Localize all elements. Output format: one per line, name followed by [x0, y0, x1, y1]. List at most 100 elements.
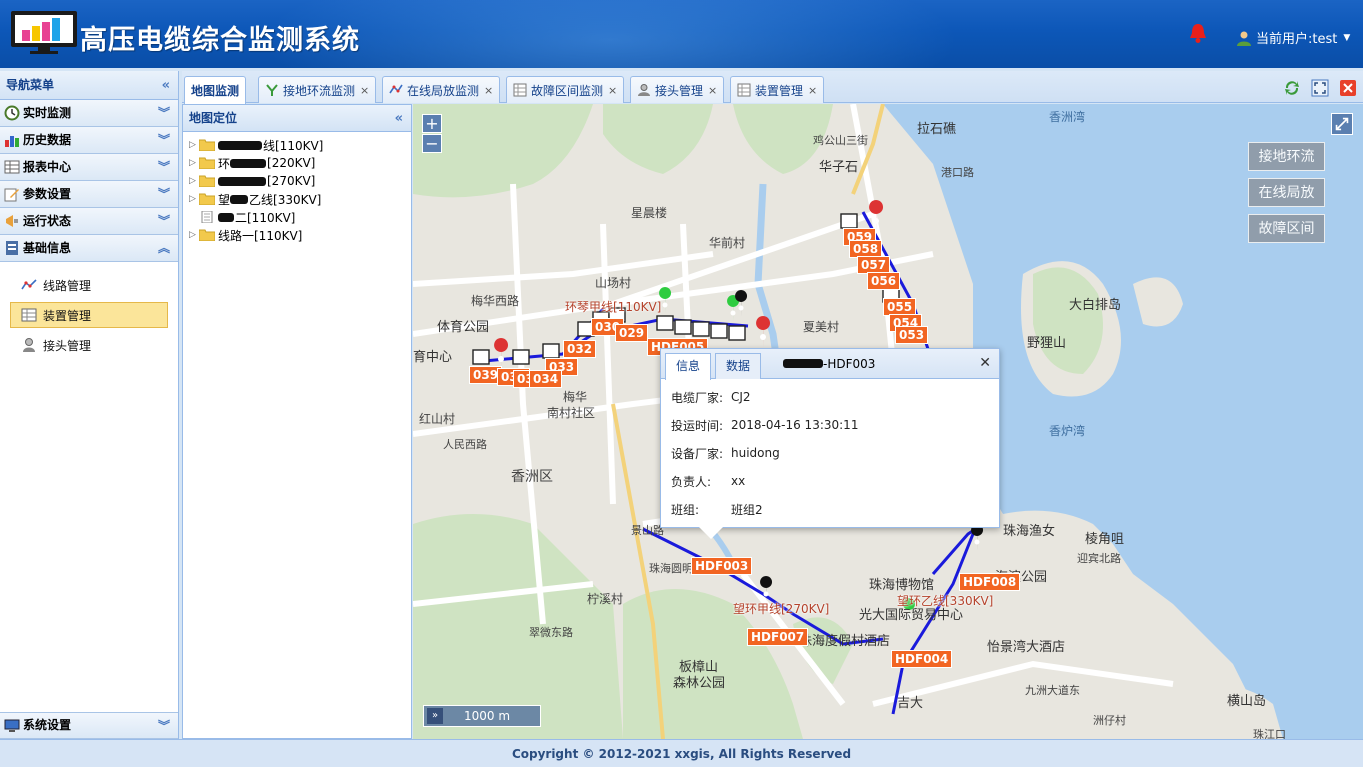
- popup-pointer: [699, 527, 723, 539]
- cable-line-label[interactable]: 环琴甲线[110KV]: [565, 298, 661, 315]
- place-label: 迎宾北路: [1077, 552, 1121, 565]
- expand-overview-icon[interactable]: »: [427, 708, 443, 724]
- menu-system-settings[interactable]: 系统设置 ︾: [0, 712, 178, 739]
- popup-tab-info[interactable]: 信息: [665, 353, 712, 380]
- redacted-text: [230, 194, 249, 204]
- submenu-route-management[interactable]: 线路管理: [10, 272, 168, 298]
- popup-body: 电缆厂家: CJ2 投运时间: 2018-04-16 13:30:11 设备厂家…: [661, 379, 999, 523]
- menu-basic-info[interactable]: 基础信息 ︽: [0, 235, 178, 262]
- footer: Copyright © 2012-2021 xxgis, All Rights …: [0, 739, 1363, 767]
- place-label: 怡景湾大酒店: [987, 640, 1066, 655]
- expand-arrow-icon[interactable]: ▷: [189, 194, 199, 204]
- tab-device-management[interactable]: 装置管理 ×: [730, 76, 825, 103]
- chevron-down-icon: ︾: [157, 187, 170, 201]
- fullscreen-icon[interactable]: [1331, 113, 1353, 135]
- tree-panel-header: 地图定位 «: [183, 105, 411, 132]
- fault-section-button[interactable]: 故障区间: [1248, 214, 1325, 243]
- place-label: 港口路: [941, 166, 974, 179]
- folder-icon: [199, 175, 215, 187]
- place-label: 红山村: [419, 412, 456, 426]
- table-icon: [513, 83, 527, 97]
- tree-node[interactable]: ▷ 线[110KV]: [183, 136, 411, 154]
- place-label: 山场村: [595, 276, 632, 290]
- device-marker-label[interactable]: 053: [895, 326, 929, 344]
- device-marker-label[interactable]: HDF007: [747, 628, 809, 646]
- device-marker-label[interactable]: HDF004: [891, 650, 953, 668]
- folder-icon: [199, 139, 215, 151]
- close-icon[interactable]: ×: [360, 84, 369, 97]
- popup-tab-data[interactable]: 数据: [715, 353, 762, 379]
- tree-node[interactable]: ▷ 环 [220KV]: [183, 154, 411, 172]
- close-icon[interactable]: ×: [808, 84, 817, 97]
- tree-node[interactable]: ▷ 望 乙线[330KV]: [183, 190, 411, 208]
- zoom-out-button[interactable]: −: [422, 134, 442, 153]
- bar-chart-icon: [5, 136, 19, 147]
- expand-arrow-icon[interactable]: ▷: [189, 140, 199, 150]
- tab-fault-section[interactable]: 故障区间监测 ×: [506, 76, 625, 103]
- tab-ground-current[interactable]: 接地环流监测 ×: [258, 76, 377, 103]
- partial-discharge-button[interactable]: 在线局放: [1248, 178, 1325, 207]
- copyright-text: Copyright © 2012-2021 xxgis, All Rights …: [511, 747, 852, 761]
- close-all-icon[interactable]: [1339, 79, 1357, 97]
- tab-bar: 地图监测 接地环流监测 × 在线局放监测 × 故障区间监测 × 接头管理 × 装…: [182, 71, 1363, 104]
- close-icon[interactable]: ×: [708, 84, 717, 97]
- redacted-text: [783, 359, 823, 368]
- tab-joint-management[interactable]: 接头管理 ×: [630, 76, 725, 103]
- maximize-icon[interactable]: [1311, 79, 1329, 97]
- tab-partial-discharge[interactable]: 在线局放监测 ×: [382, 76, 501, 103]
- device-marker-label[interactable]: 056: [867, 272, 901, 290]
- info-row: 负责人: xx: [671, 474, 746, 489]
- map-canvas[interactable]: 拉石礁 香洲湾 鸡公山三街 华子石 港口路 星晨楼 华前村 山场村 梅华西路 体…: [413, 104, 1363, 739]
- bell-icon[interactable]: [1188, 22, 1208, 44]
- ground-current-button[interactable]: 接地环流: [1248, 142, 1325, 171]
- cable-line-label[interactable]: 望环甲线[270KV]: [733, 600, 829, 617]
- chevron-down-icon: ▼: [1343, 32, 1351, 43]
- place-label: 体育公园: [437, 320, 490, 335]
- redacted-text: [230, 158, 267, 168]
- tab-map-monitor[interactable]: 地图监测: [184, 76, 247, 104]
- menu-realtime-monitor[interactable]: 实时监测 ︾: [0, 100, 178, 127]
- place-label: 香炉湾: [1049, 424, 1086, 438]
- menu-history-data[interactable]: 历史数据 ︾: [0, 127, 178, 154]
- tree-node[interactable]: 二[110KV]: [183, 208, 411, 226]
- submenu-joint-management[interactable]: 接头管理: [10, 332, 168, 358]
- collapse-left-icon[interactable]: «: [162, 71, 170, 100]
- expand-arrow-icon[interactable]: ▷: [189, 158, 199, 168]
- place-label: 香洲区: [511, 469, 553, 485]
- device-marker-label[interactable]: 029: [615, 324, 649, 342]
- place-label: 吉大: [897, 696, 924, 711]
- user-menu[interactable]: 当前用户:test ▼: [1236, 28, 1350, 47]
- device-marker-label[interactable]: 034: [529, 370, 563, 388]
- place-label: 珠海度假村酒店: [799, 634, 891, 649]
- close-icon[interactable]: ×: [608, 84, 617, 97]
- place-label: 棱角咀: [1085, 532, 1125, 547]
- tree-panel-title: 地图定位: [189, 111, 238, 125]
- refresh-icon[interactable]: [1283, 79, 1301, 97]
- place-label: 大白排岛: [1069, 298, 1122, 313]
- place-label: 拉石礁: [917, 122, 957, 137]
- zoom-in-button[interactable]: +: [422, 114, 442, 133]
- device-marker-label[interactable]: 032: [563, 340, 597, 358]
- close-icon[interactable]: ×: [484, 84, 493, 97]
- menu-parameter-settings[interactable]: 参数设置 ︾: [0, 181, 178, 208]
- submenu-device-management[interactable]: 装置管理: [10, 302, 168, 328]
- expand-arrow-icon[interactable]: ▷: [189, 230, 199, 240]
- monitor-logo-icon: [11, 11, 77, 54]
- menu-report-center[interactable]: 报表中心 ︾: [0, 154, 178, 181]
- current-user-label: 当前用户:test: [1256, 32, 1338, 47]
- place-label: 育中心: [413, 350, 453, 365]
- scale-bar: » 1000 m: [423, 705, 541, 727]
- chevron-down-icon: ︾: [157, 133, 170, 147]
- tree-node[interactable]: ▷ [270KV]: [183, 172, 411, 190]
- place-label: 人民西路: [443, 438, 487, 451]
- menu-run-status[interactable]: 运行状态 ︾: [0, 208, 178, 235]
- collapse-left-icon[interactable]: «: [395, 105, 403, 132]
- cable-line-label[interactable]: 望环乙线[330KV]: [897, 592, 993, 609]
- device-marker-label[interactable]: HDF008: [959, 573, 1021, 591]
- close-icon[interactable]: ✕: [979, 355, 991, 371]
- expand-arrow-icon[interactable]: ▷: [189, 176, 199, 186]
- device-info-popup: 信息 数据 -HDF003 ✕ 电缆厂家: CJ2 投运时间: 2018-04-…: [660, 348, 1000, 539]
- tree-node[interactable]: ▷ 线路一[110KV]: [183, 226, 411, 244]
- chevron-down-icon: ︾: [157, 160, 170, 174]
- device-marker-label[interactable]: HDF003: [691, 557, 753, 575]
